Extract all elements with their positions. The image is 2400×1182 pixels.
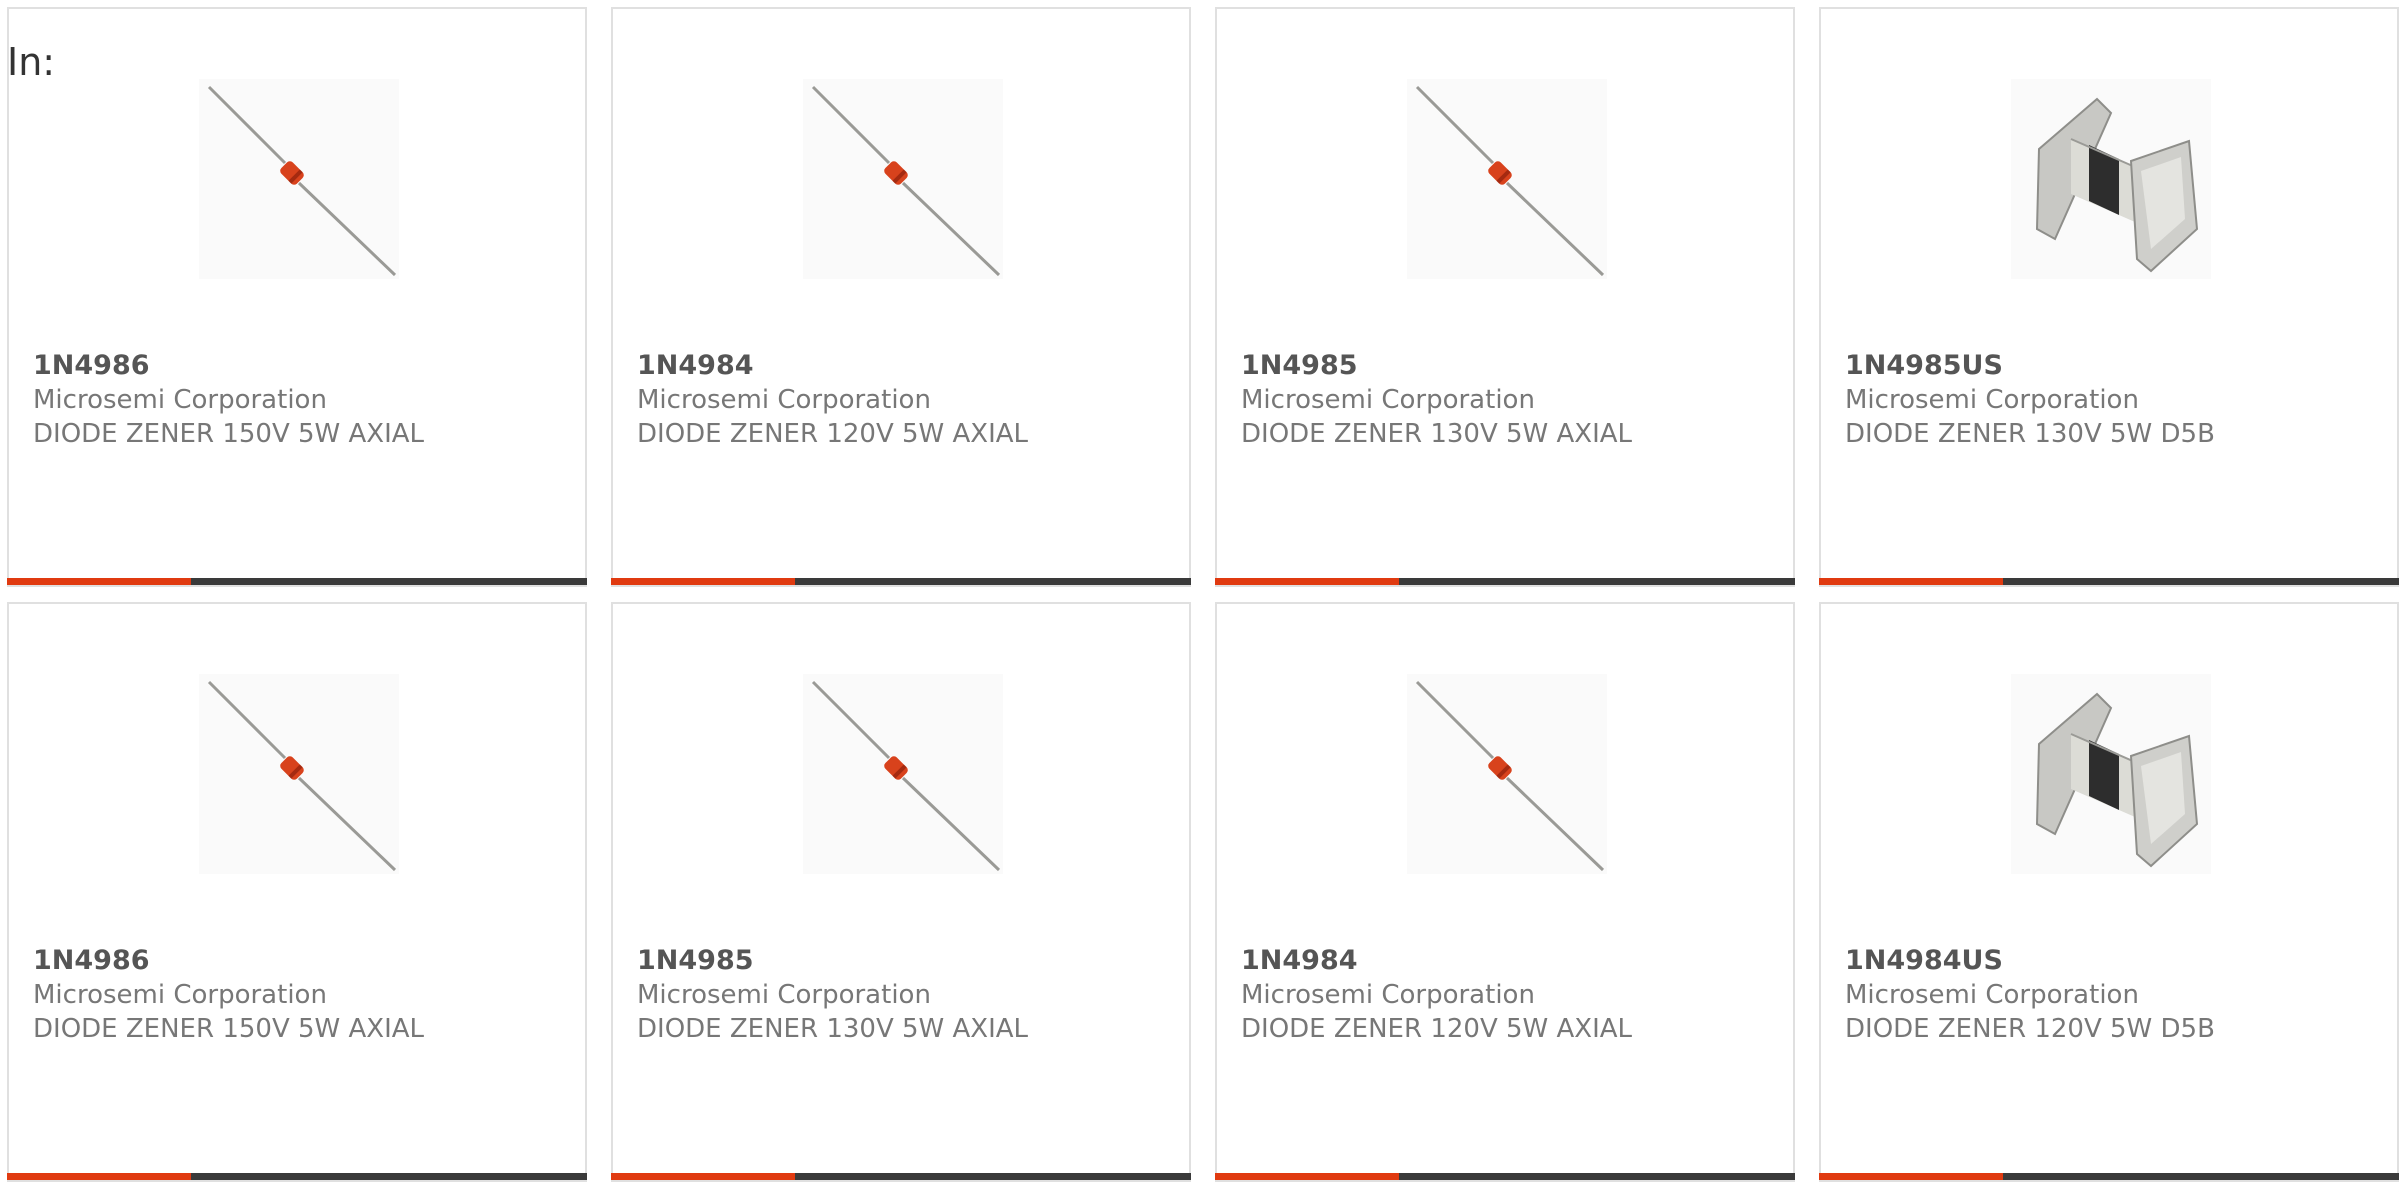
part-number[interactable]: 1N4985US (1845, 349, 2377, 383)
product-image-axial-diode[interactable] (803, 674, 1003, 874)
description: DIODE ZENER 150V 5W AXIAL (33, 1014, 425, 1044)
manufacturer: Microsemi Corporation (637, 385, 931, 415)
card-accent (1819, 1173, 2003, 1180)
axial-diode-icon (803, 79, 1003, 279)
card-accent (7, 578, 191, 585)
card-bottom-bar (1215, 1173, 1795, 1180)
card-bottom-bar (1819, 578, 2399, 585)
manufacturer: Microsemi Corporation (33, 980, 327, 1010)
part-number[interactable]: 1N4986 (33, 944, 565, 978)
product-image-axial-diode[interactable] (803, 79, 1003, 279)
product-card[interactable]: 1N4986 Microsemi Corporation DIODE ZENER… (7, 602, 587, 1182)
manufacturer: Microsemi Corporation (1845, 980, 2139, 1010)
part-number[interactable]: 1N4986 (33, 349, 565, 383)
part-number[interactable]: 1N4985 (637, 944, 1169, 978)
product-image-axial-diode[interactable] (199, 674, 399, 874)
product-card[interactable]: 1N4985 Microsemi Corporation DIODE ZENER… (1215, 7, 1795, 587)
description: DIODE ZENER 150V 5W AXIAL (33, 419, 425, 449)
card-accent (7, 1173, 191, 1180)
card-bottom-bar (611, 578, 1191, 585)
product-card[interactable]: 1N4985 Microsemi Corporation DIODE ZENER… (611, 602, 1191, 1182)
axial-diode-icon (1407, 674, 1607, 874)
card-bottom-bar (1215, 578, 1795, 585)
part-number[interactable]: 1N4984US (1845, 944, 2377, 978)
manufacturer: Microsemi Corporation (1241, 980, 1535, 1010)
axial-diode-icon (1407, 79, 1607, 279)
axial-diode-icon (803, 674, 1003, 874)
card-accent (611, 1173, 795, 1180)
product-image-d5b-package[interactable] (2011, 674, 2211, 874)
card-bottom-bar (7, 578, 587, 585)
product-card[interactable]: 1N4986 Microsemi Corporation DIODE ZENER… (7, 7, 587, 587)
description: DIODE ZENER 120V 5W AXIAL (637, 419, 1029, 449)
d5b-package-icon (2011, 674, 2211, 874)
product-image-axial-diode[interactable] (1407, 79, 1607, 279)
description: DIODE ZENER 120V 5W D5B (1845, 1014, 2215, 1044)
manufacturer: Microsemi Corporation (637, 980, 931, 1010)
d5b-package-icon (2011, 79, 2211, 279)
card-accent (1819, 578, 2003, 585)
axial-diode-icon (199, 674, 399, 874)
product-card[interactable]: 1N4984 Microsemi Corporation DIODE ZENER… (611, 7, 1191, 587)
product-card[interactable]: 1N4984 Microsemi Corporation DIODE ZENER… (1215, 602, 1795, 1182)
product-image-axial-diode[interactable] (1407, 674, 1607, 874)
axial-diode-icon (199, 79, 399, 279)
manufacturer: Microsemi Corporation (1241, 385, 1535, 415)
part-number[interactable]: 1N4984 (637, 349, 1169, 383)
card-accent (1215, 1173, 1399, 1180)
card-accent (1215, 578, 1399, 585)
part-number[interactable]: 1N4984 (1241, 944, 1773, 978)
card-bottom-bar (1819, 1173, 2399, 1180)
description: DIODE ZENER 130V 5W AXIAL (1241, 419, 1633, 449)
description: DIODE ZENER 130V 5W AXIAL (637, 1014, 1029, 1044)
product-image-d5b-package[interactable] (2011, 79, 2211, 279)
card-accent (611, 578, 795, 585)
card-bottom-bar (7, 1173, 587, 1180)
card-bottom-bar (611, 1173, 1191, 1180)
manufacturer: Microsemi Corporation (1845, 385, 2139, 415)
manufacturer: Microsemi Corporation (33, 385, 327, 415)
product-card[interactable]: 1N4984US Microsemi Corporation DIODE ZEN… (1819, 602, 2399, 1182)
product-image-axial-diode[interactable] (199, 79, 399, 279)
description: DIODE ZENER 120V 5W AXIAL (1241, 1014, 1633, 1044)
product-grid: 1N4986 Microsemi Corporation DIODE ZENER… (7, 7, 2399, 1182)
filter-label: In: (7, 40, 56, 84)
part-number[interactable]: 1N4985 (1241, 349, 1773, 383)
description: DIODE ZENER 130V 5W D5B (1845, 419, 2215, 449)
product-card[interactable]: 1N4985US Microsemi Corporation DIODE ZEN… (1819, 7, 2399, 587)
